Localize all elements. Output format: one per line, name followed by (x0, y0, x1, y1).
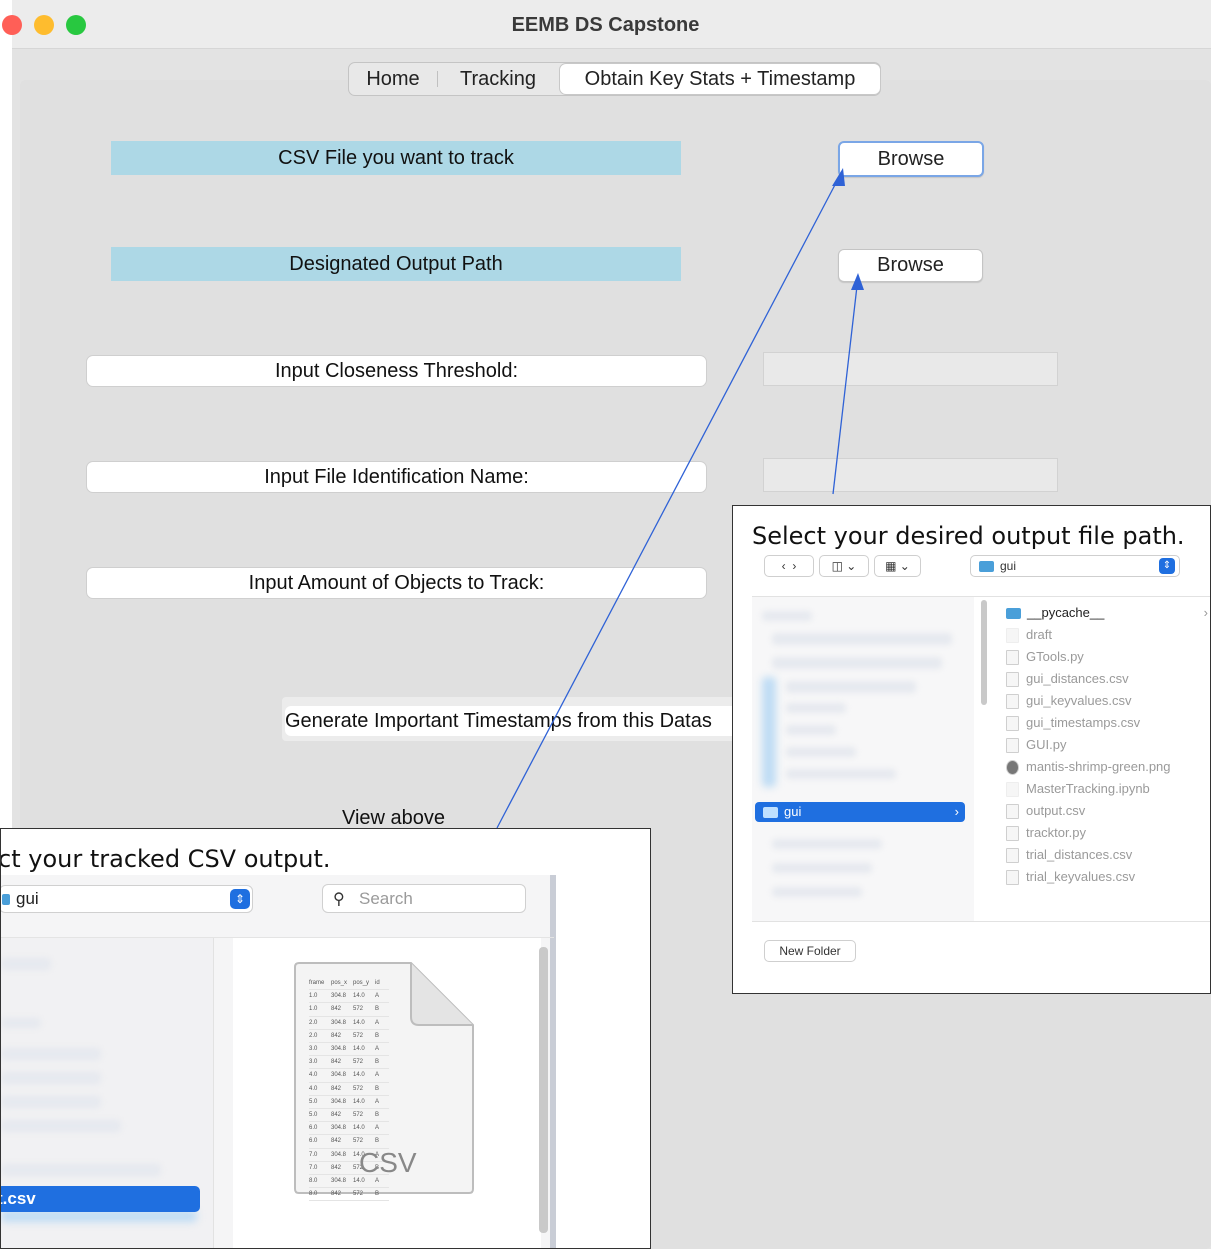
arrow-to-csv-browse (496, 168, 845, 829)
annotation-arrows (496, 168, 864, 829)
arrow-to-output-browse (832, 273, 864, 495)
